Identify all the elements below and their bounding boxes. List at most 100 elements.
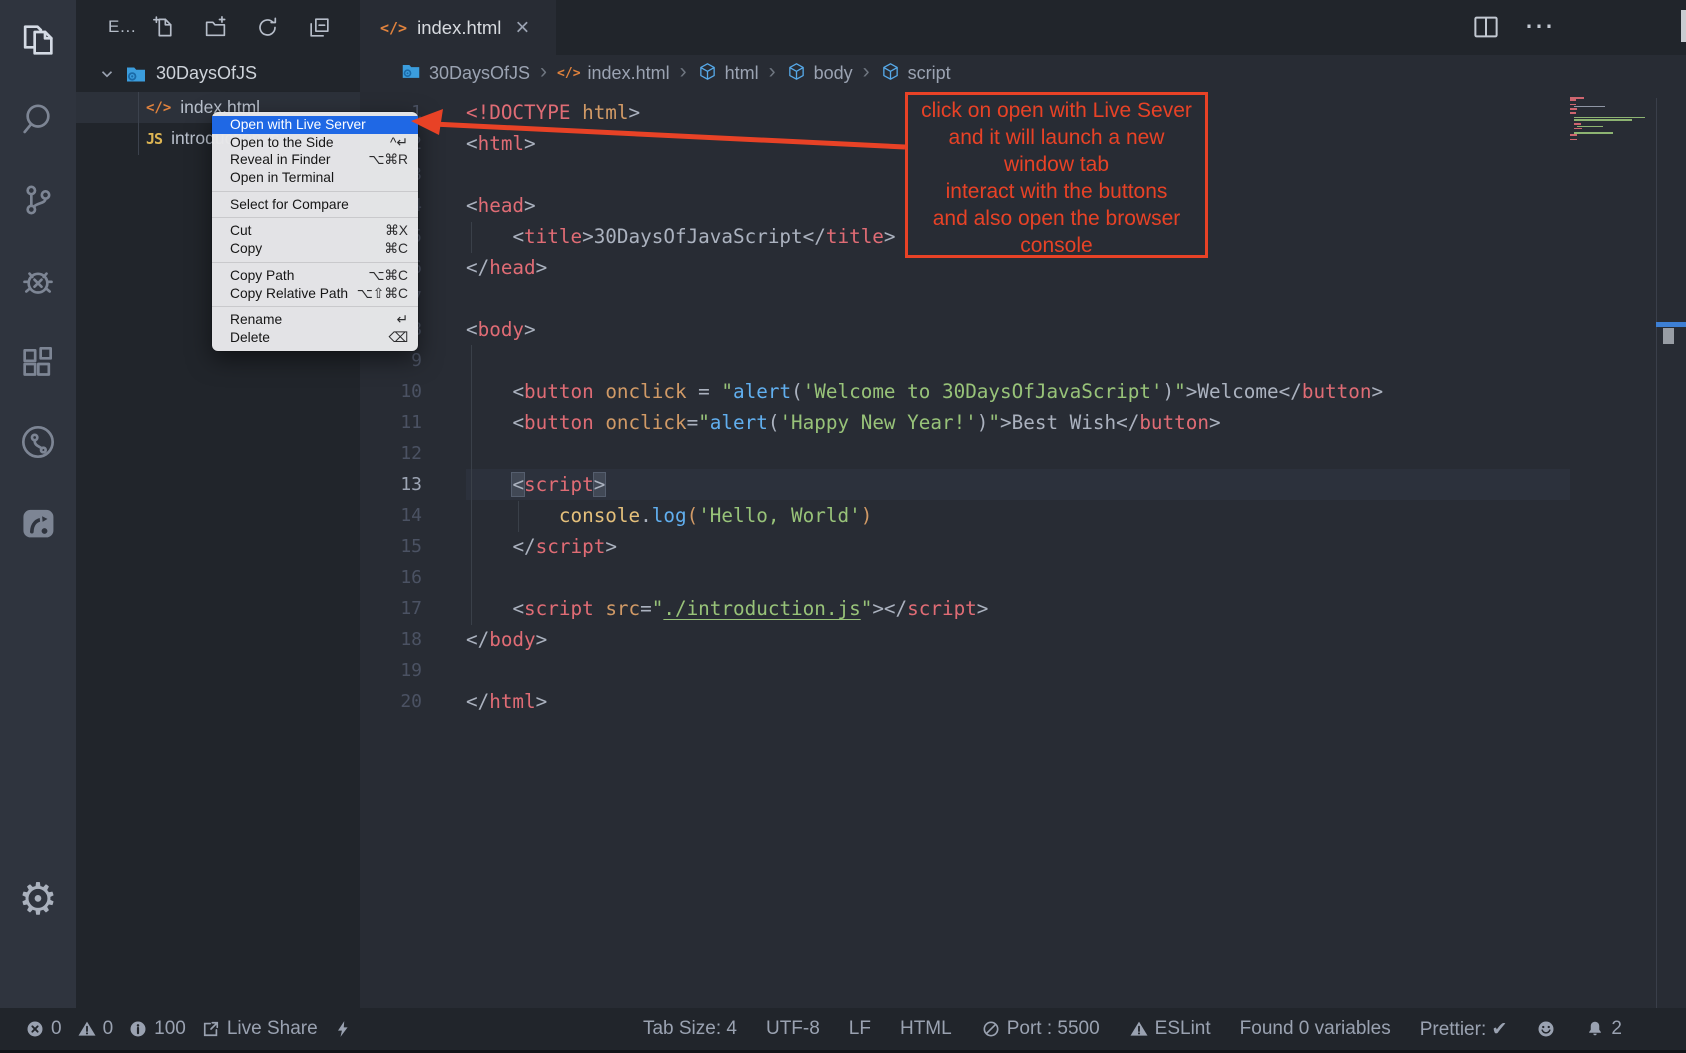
code-line-15[interactable]: 15 </script> [360, 531, 1686, 562]
menu-item-copy[interactable]: Copy⌘C [212, 240, 418, 258]
menu-item-shortcut: ⌘X [385, 222, 408, 240]
folder-label: 30DaysOfJS [156, 63, 257, 84]
code-line-content: <button onclick="alert('Happy New Year!'… [466, 407, 1221, 438]
code-line-content: <head> [466, 190, 536, 221]
menu-item-open-in-terminal[interactable]: Open in Terminal [212, 169, 418, 187]
status-bolt[interactable] [333, 1019, 353, 1039]
code-line-7[interactable]: 7 [360, 283, 1686, 314]
context-menu: Open with Live ServerOpen to the Side^↵R… [212, 112, 418, 351]
status-eslint-label: ESLint [1155, 1018, 1211, 1040]
status-variables[interactable]: Found 0 variables [1240, 1018, 1391, 1040]
menu-item-open-with-live-server[interactable]: Open with Live Server [212, 116, 418, 134]
code-line-14[interactable]: 14 console.log('Hello, World') [360, 500, 1686, 531]
menu-item-shortcut: ^↵ [390, 134, 408, 152]
code-line-13[interactable]: 13 <script> [360, 469, 1686, 500]
status-feedback-smiley[interactable] [1536, 1019, 1556, 1039]
status-eslint[interactable]: ESLint [1129, 1018, 1211, 1040]
explorer-title: E… [108, 17, 136, 37]
collapse-folders-button[interactable] [307, 15, 332, 40]
line-number: 17 [360, 593, 422, 624]
live-share-circle-icon [18, 422, 58, 462]
status-notifications-label: 2 [1611, 1018, 1622, 1040]
status-encoding-label: UTF-8 [766, 1018, 820, 1040]
html-file-icon: </> [146, 100, 171, 116]
menu-item-shortcut: ⌥⇧⌘C [357, 285, 408, 303]
activitybar-item-settings[interactable]: ⚙ [18, 880, 58, 920]
status-language-mode[interactable]: HTML [900, 1018, 952, 1040]
info-icon [128, 1019, 148, 1039]
status-info-count[interactable]: 100 [128, 1018, 186, 1040]
error-icon [25, 1019, 45, 1039]
warning-icon [77, 1019, 97, 1039]
status-info-count-label: 100 [154, 1018, 186, 1040]
line-number: 15 [360, 531, 422, 562]
menu-item-shortcut: ⌥⌘R [368, 151, 408, 169]
status-encoding[interactable]: UTF-8 [766, 1018, 820, 1040]
status-live-share[interactable]: Live Share [201, 1018, 318, 1040]
menu-item-cut[interactable]: Cut⌘X [212, 222, 418, 240]
code-line-20[interactable]: 20</html> [360, 686, 1686, 717]
menu-item-delete[interactable]: Delete⌫ [212, 329, 418, 347]
status-error-count[interactable]: 0 [25, 1018, 62, 1040]
menu-item-label: Copy Path [230, 267, 368, 285]
refresh-button[interactable] [255, 15, 280, 40]
menu-item-label: Reveal in Finder [230, 151, 368, 169]
code-line-8[interactable]: 8<body> [360, 314, 1686, 345]
code-line-11[interactable]: 11 <button onclick="alert('Happy New Yea… [360, 407, 1686, 438]
menu-item-label: Open to the Side [230, 134, 390, 152]
status-prettier[interactable]: Prettier: ✔ [1420, 1018, 1508, 1041]
folder-icon [124, 62, 148, 86]
chevron-down-icon [98, 65, 116, 83]
vertical-scrollbar[interactable] [1663, 328, 1674, 344]
status-tab-size-label: Tab Size: 4 [643, 1018, 737, 1040]
annotation-box: click on open with Live Sever and it wil… [905, 92, 1208, 258]
code-line-9[interactable]: 9 [360, 345, 1686, 376]
activitybar-item-live-share[interactable] [18, 422, 58, 462]
menu-item-copy-relative-path[interactable]: Copy Relative Path⌥⇧⌘C [212, 285, 418, 303]
activitybar-item-run-debug[interactable] [18, 261, 58, 301]
menu-separator [212, 217, 418, 218]
new-folder-button[interactable] [203, 15, 228, 40]
line-number: 19 [360, 655, 422, 686]
folder-row-30daysofjs[interactable]: 30DaysOfJS [76, 58, 360, 89]
overview-ruler-border [1656, 98, 1657, 1008]
source-control-icon [18, 180, 58, 220]
new-file-button[interactable] [152, 15, 177, 40]
status-eol[interactable]: LF [849, 1018, 871, 1040]
code-line-19[interactable]: 19 [360, 655, 1686, 686]
menu-item-label: Open with Live Server [230, 116, 408, 134]
line-number: 14 [360, 500, 422, 531]
search-icon [18, 99, 58, 139]
minimap[interactable] [1570, 97, 1652, 145]
menu-item-copy-path[interactable]: Copy Path⌥⌘C [212, 267, 418, 285]
code-line-10[interactable]: 10 <button onclick = "alert('Welcome to … [360, 376, 1686, 407]
code-line-12[interactable]: 12 [360, 438, 1686, 469]
line-number: 16 [360, 562, 422, 593]
activitybar-item-search[interactable] [18, 99, 58, 139]
code-line-content: <title>30DaysOfJavaScript</title> [466, 221, 896, 252]
menu-item-rename[interactable]: Rename↵ [212, 311, 418, 329]
code-line-16[interactable]: 16 [360, 562, 1686, 593]
activitybar-item-explorer[interactable] [18, 20, 58, 60]
status-live-server-port[interactable]: Port : 5500 [981, 1018, 1100, 1040]
extensions-icon [18, 342, 58, 382]
status-prettier-label: Prettier: ✔ [1420, 1018, 1508, 1041]
code-line-18[interactable]: 18</body> [360, 624, 1686, 655]
menu-item-select-for-compare[interactable]: Select for Compare [212, 196, 418, 214]
menu-item-label: Cut [230, 222, 385, 240]
code-line-17[interactable]: 17 <script src="./introduction.js"></scr… [360, 593, 1686, 624]
activitybar-item-share[interactable] [18, 502, 58, 542]
status-notifications[interactable]: 2 [1585, 1018, 1622, 1040]
status-warning-count[interactable]: 0 [77, 1018, 114, 1040]
status-tab-size[interactable]: Tab Size: 4 [643, 1018, 737, 1040]
explorer-header: E… [76, 0, 360, 55]
activitybar-item-source-control[interactable] [18, 180, 58, 220]
menu-item-open-to-the-side[interactable]: Open to the Side^↵ [212, 134, 418, 152]
refresh-icon [255, 15, 280, 40]
smiley-icon [1536, 1019, 1556, 1039]
status-eol-label: LF [849, 1018, 871, 1040]
code-line-content: <script> [466, 469, 605, 500]
activitybar-item-extensions[interactable] [18, 342, 58, 382]
menu-item-shortcut: ⌫ [388, 329, 408, 347]
menu-item-reveal-in-finder[interactable]: Reveal in Finder⌥⌘R [212, 151, 418, 169]
